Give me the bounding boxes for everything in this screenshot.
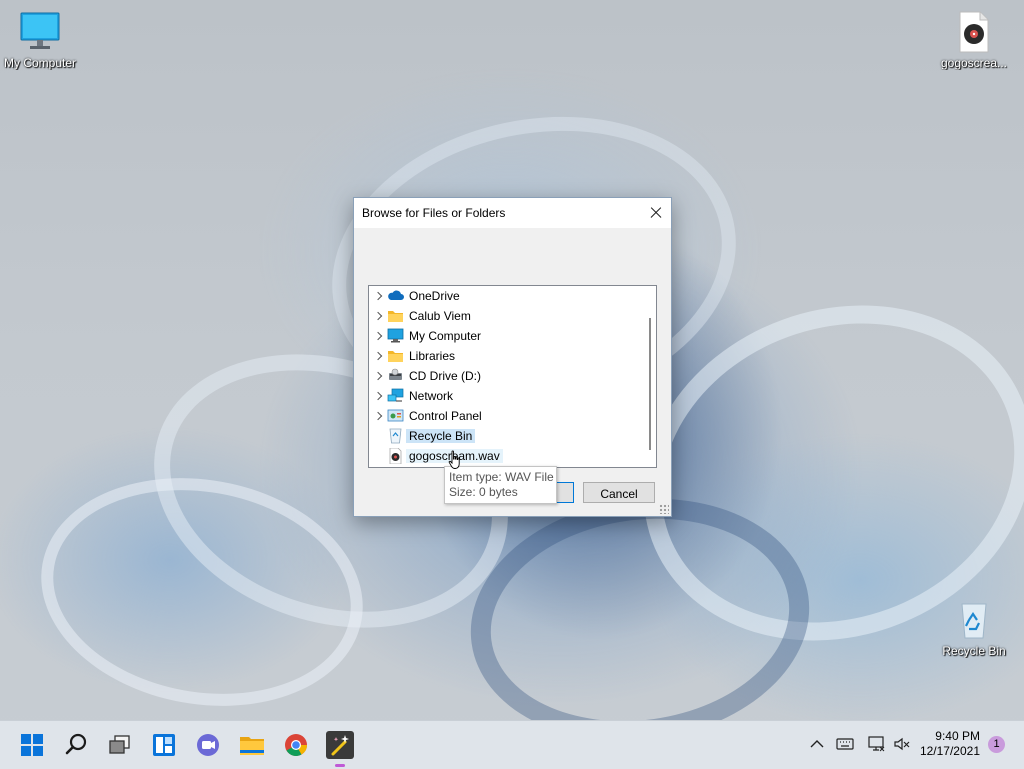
desktop-icon-label: Recycle Bin [942,644,1006,658]
chevron-right-icon[interactable] [373,331,383,341]
dialog-title: Browse for Files or Folders [362,206,506,220]
widgets-icon[interactable] [148,729,180,761]
tooltip-size: Size: 0 bytes [449,485,518,499]
chevron-right-icon[interactable] [373,411,383,421]
tree-item-label: My Computer [409,329,482,343]
tree-item-libraries[interactable]: Libraries [369,346,639,366]
tree-item-recycle-bin[interactable]: Recycle Bin [369,426,639,446]
tree-item-label: OneDrive [409,289,460,303]
resize-grip[interactable] [659,504,669,514]
tree-item-gogoscream[interactable]: gogoscream.wav [369,446,639,466]
chevron-right-icon[interactable] [373,391,383,401]
tree-item-label: CD Drive (D:) [409,369,481,383]
chevron-right-icon[interactable] [373,311,383,321]
tree-scrollbar[interactable] [649,318,651,450]
keyboard-icon[interactable] [836,735,854,753]
task-view-icon[interactable] [104,729,136,761]
wallpaper-petal [23,453,381,731]
tree-item-calub-viem[interactable]: Calub Viem [369,306,639,326]
tree-item-label: Libraries [409,349,456,363]
control-panel-icon [387,408,404,424]
monitor-icon [18,10,62,54]
desktop-icon-recycle-bin[interactable]: Recycle Bin [934,598,1014,658]
system-clock[interactable]: 9:40 PM 12/17/2021 [920,729,980,759]
audio-file-icon [387,447,404,465]
tree-item-label: Calub Viem [409,309,471,323]
file-info-tooltip: Item type: WAV File Size: 0 bytes [444,466,557,504]
wand-app-icon[interactable] [324,729,356,767]
tree-item-network[interactable]: Network [369,386,639,406]
tree-item-my-computer[interactable]: My Computer [369,326,639,346]
tree-item-control-panel[interactable]: Control Panel [369,406,639,426]
chevron-right-icon[interactable] [373,351,383,361]
tree-item-label: Network [409,389,454,403]
cd-drive-icon [387,368,404,384]
tree-item-label: Recycle Bin [406,429,476,443]
clock-date: 12/17/2021 [919,744,980,758]
cloud-icon [387,288,404,304]
network-icon [387,388,404,404]
notification-badge[interactable]: 1 [988,736,1005,753]
chevron-right-icon[interactable] [373,371,383,381]
chevron-up-icon[interactable] [808,735,826,753]
chat-icon[interactable] [192,729,224,761]
close-icon[interactable] [641,198,671,228]
monitor-icon [387,328,404,344]
tree-item-onedrive[interactable]: OneDrive [369,286,639,306]
tooltip-item-type: Item type: WAV File [449,470,554,484]
file-explorer-icon[interactable] [236,729,268,761]
dialog-titlebar[interactable]: Browse for Files or Folders [354,198,671,228]
desktop-icon-label: My Computer [3,56,77,70]
desktop-icon-my-computer[interactable]: My Computer [0,10,80,70]
desktop-icon-gogoscream[interactable]: gogoscrea... [934,10,1014,70]
recycle-bin-icon [952,598,996,642]
chevron-right-icon[interactable] [373,291,383,301]
recycle-bin-icon [387,428,404,444]
audio-file-icon [952,10,996,54]
search-icon[interactable] [60,729,92,761]
folder-tree[interactable]: OneDrive Calub Viem My Computer Librarie… [368,285,657,468]
tree-item-label: Control Panel [409,409,482,423]
network-status-icon[interactable] [868,735,886,753]
volume-muted-icon[interactable] [893,735,911,753]
desktop-icon-label: gogoscrea... [940,56,1008,70]
clock-time: 9:40 PM [935,729,980,743]
chrome-icon[interactable] [280,729,312,761]
folder-icon [387,348,404,364]
tree-item-cd-drive[interactable]: CD Drive (D:) [369,366,639,386]
start-icon[interactable] [16,729,48,761]
cancel-button[interactable]: Cancel [583,482,655,503]
hand-cursor-icon [448,450,462,470]
folder-icon [387,308,404,324]
taskbar: 9:40 PM 12/17/2021 1 [0,720,1024,769]
